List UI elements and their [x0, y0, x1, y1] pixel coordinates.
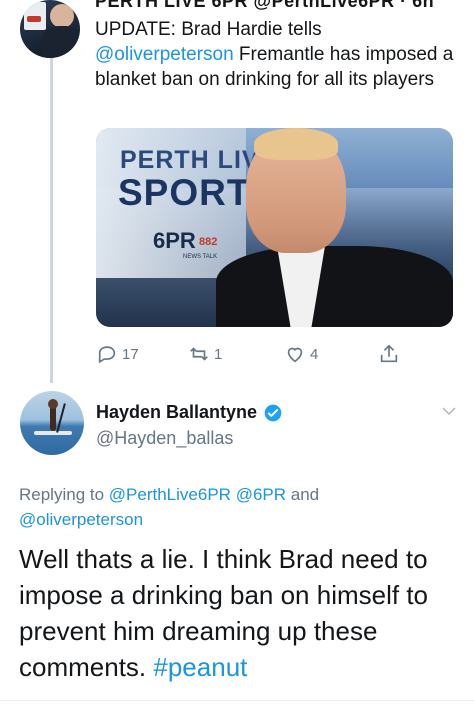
avatar-perthlive6pr[interactable] — [20, 0, 80, 58]
mention-link[interactable]: @oliverpeterson — [95, 44, 234, 65]
tweet-header-cut: PERTH LIVE 6PR @PerthLive6PR · 6h — [95, 0, 434, 12]
like-action[interactable]: 4 — [284, 343, 318, 365]
replying-to-mention-1[interactable]: @PerthLive6PR — [109, 485, 231, 504]
paddleboard — [34, 431, 72, 435]
reply-tweet-text: Well thats a lie. I think Brad need to i… — [19, 541, 459, 685]
chevron-down-icon[interactable] — [440, 402, 458, 420]
avatar-person-head — [48, 399, 58, 409]
author-row: Hayden Ballantyne — [96, 402, 283, 423]
share-action[interactable] — [378, 343, 400, 365]
tweet-header-text: PERTH LIVE 6PR @PerthLive6PR · 6h — [95, 0, 435, 11]
replying-to-mention-3[interactable]: @oliverpeterson — [19, 510, 143, 529]
avatar-person-suit — [42, 26, 80, 58]
avatar-person-head — [50, 4, 74, 28]
share-icon — [380, 344, 398, 363]
tweet-text: UPDATE: Brad Hardie tells @oliverpeterso… — [95, 17, 465, 92]
like-count: 4 — [310, 345, 319, 363]
reply-action[interactable]: 17 — [96, 343, 139, 365]
presenter-jacket — [216, 246, 453, 327]
perth-live-logo-icon — [24, 2, 46, 30]
reply-icon — [98, 346, 116, 364]
hashtag-link[interactable]: #peanut — [153, 652, 247, 682]
replying-to-and: and — [290, 485, 320, 504]
tweet-actions: 17 1 4 — [96, 343, 426, 365]
replying-to: Replying to @PerthLive6PR @6PR and @oliv… — [19, 482, 459, 532]
reply-count: 17 — [122, 345, 139, 363]
replying-to-mention-2[interactable]: @6PR — [236, 485, 286, 504]
author-display-name[interactable]: Hayden Ballantyne — [96, 402, 257, 423]
tweet-text-prefix: UPDATE: Brad Hardie tells — [95, 19, 322, 40]
6pr-logo: 6PR 882 NEWS TALK — [153, 228, 223, 260]
6pr-logo-freq: 882 — [199, 236, 218, 248]
media-title-line2: SPORT — [118, 172, 251, 213]
6pr-logo-sub: NEWS TALK — [183, 254, 218, 260]
retweet-count: 1 — [214, 345, 223, 363]
heart-icon — [287, 347, 303, 363]
paddle — [56, 403, 66, 433]
avatar-hayden-ballantyne[interactable] — [20, 391, 84, 455]
6pr-logo-main: 6PR — [153, 228, 196, 253]
divider — [0, 700, 474, 701]
retweet-icon — [190, 347, 208, 361]
verified-badge-icon — [264, 404, 282, 421]
retweet-action[interactable]: 1 — [188, 343, 222, 365]
replying-to-label: Replying to — [19, 485, 105, 504]
thread-connector-line — [50, 58, 53, 383]
author-handle[interactable]: @Hayden_ballas — [96, 428, 233, 449]
tweet-media-image[interactable]: PERTH LIVE SPORT 6PR 882 NEWS TALK — [96, 128, 453, 327]
presenter-hair — [254, 128, 338, 160]
